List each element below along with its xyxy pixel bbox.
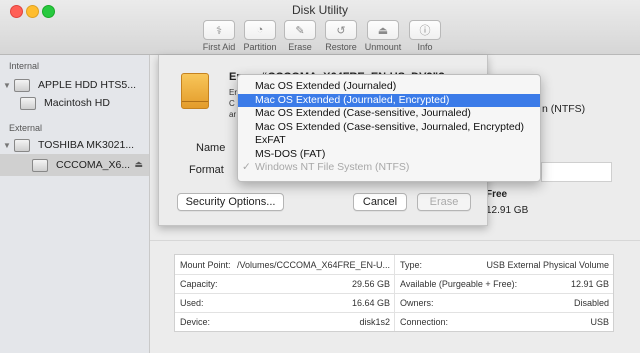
info-value: disk1s2 bbox=[359, 317, 390, 327]
security-options-button[interactable]: Security Options... bbox=[177, 193, 284, 211]
hard-drive-icon bbox=[14, 78, 30, 92]
info-value: 29.56 GB bbox=[351, 279, 390, 289]
info-value: 12.91 GB bbox=[570, 279, 609, 289]
sidebar-item-label: CCCOMA_X6... bbox=[56, 159, 131, 171]
free-value: 12.91 GB bbox=[486, 205, 529, 216]
window-title: Disk Utility bbox=[292, 3, 348, 17]
info-label: Info bbox=[417, 42, 433, 52]
sidebar-item-toshiba[interactable]: ▼ TOSHIBA MK3021... bbox=[0, 134, 149, 156]
menu-item-mac-journaled-encrypted[interactable]: Mac OS Extended (Journaled, Encrypted) bbox=[238, 93, 540, 107]
hard-drive-icon bbox=[14, 138, 30, 152]
info-icon: ⓘ bbox=[419, 25, 431, 37]
sidebar: Internal ▼ APPLE HDD HTS5... Macintosh H… bbox=[0, 55, 150, 353]
disclosure-triangle-icon[interactable]: ▼ bbox=[0, 141, 14, 150]
title-bar: Disk Utility ⚕ First Aid ◔ Partition ✎ E… bbox=[0, 0, 640, 55]
info-value: Disabled bbox=[573, 298, 609, 308]
menu-item-msdos[interactable]: MS-DOS (FAT) bbox=[238, 148, 540, 162]
info-key: Used: bbox=[180, 298, 204, 308]
cancel-button[interactable]: Cancel bbox=[353, 193, 407, 211]
info-key: Owners: bbox=[400, 298, 434, 308]
restore-icon: ↺ bbox=[336, 24, 346, 37]
sidebar-section-internal: Internal bbox=[9, 61, 40, 71]
info-key: Mount Point: bbox=[180, 260, 231, 270]
menu-item-mac-case-journaled[interactable]: Mac OS Extended (Case-sensitive, Journal… bbox=[238, 107, 540, 121]
info-key: Connection: bbox=[400, 317, 449, 327]
volume-icon bbox=[20, 96, 36, 110]
partition-icon: ◔ bbox=[256, 24, 264, 36]
format-label: Format bbox=[189, 164, 224, 176]
menu-item-mac-journaled[interactable]: Mac OS Extended (Journaled) bbox=[238, 80, 540, 94]
info-key: Device: bbox=[180, 317, 211, 327]
file-system-text: n (NTFS) bbox=[542, 103, 586, 115]
info-value: 16.64 GB bbox=[351, 298, 390, 308]
info-key: Type: bbox=[400, 260, 423, 270]
menu-item-exfat[interactable]: ExFAT bbox=[238, 134, 540, 148]
info-value: /Volumes/CCCOMA_X64FRE_EN-U... bbox=[236, 260, 390, 270]
unmount-icon: ⏏ bbox=[377, 24, 389, 37]
info-button[interactable]: ⓘ Info bbox=[399, 20, 451, 52]
stethoscope-icon: ⚕ bbox=[216, 24, 222, 37]
info-key: Available (Purgeable + Free): bbox=[400, 279, 518, 289]
checkmark-icon: ✓ bbox=[242, 161, 251, 173]
usage-bar bbox=[541, 162, 612, 182]
sidebar-item-label: TOSHIBA MK3021... bbox=[38, 139, 135, 151]
erase-button[interactable]: Erase bbox=[417, 193, 471, 211]
menu-item-label: Windows NT File System (NTFS) bbox=[255, 161, 410, 173]
sidebar-item-label: APPLE HDD HTS5... bbox=[38, 79, 137, 91]
erase-icon: ✎ bbox=[295, 24, 305, 37]
info-value: USB bbox=[590, 317, 609, 327]
sidebar-item-cccoma[interactable]: CCCOMA_X6... ⏏ bbox=[0, 154, 149, 176]
info-key: Capacity: bbox=[180, 279, 218, 289]
name-label: Name bbox=[196, 142, 226, 154]
format-popup-menu: Mac OS Extended (Journaled) Mac OS Exten… bbox=[237, 74, 541, 182]
disclosure-triangle-icon[interactable]: ▼ bbox=[0, 81, 14, 90]
menu-item-ntfs: ✓ Windows NT File System (NTFS) bbox=[238, 161, 540, 175]
sidebar-item-macintosh-hd[interactable]: Macintosh HD bbox=[0, 92, 149, 114]
info-value: USB External Physical Volume bbox=[486, 260, 609, 270]
external-disk-icon bbox=[181, 73, 209, 109]
menu-item-mac-case-journaled-encrypted[interactable]: Mac OS Extended (Case-sensitive, Journal… bbox=[238, 121, 540, 135]
divider bbox=[150, 240, 640, 241]
sidebar-section-external: External bbox=[9, 123, 43, 133]
info-table: Mount Point: /Volumes/CCCOMA_X64FRE_EN-U… bbox=[174, 254, 614, 332]
eject-icon[interactable]: ⏏ bbox=[134, 159, 143, 170]
volume-icon bbox=[32, 158, 48, 172]
free-label: Free bbox=[486, 189, 508, 200]
sidebar-item-label: Macintosh HD bbox=[44, 97, 110, 109]
